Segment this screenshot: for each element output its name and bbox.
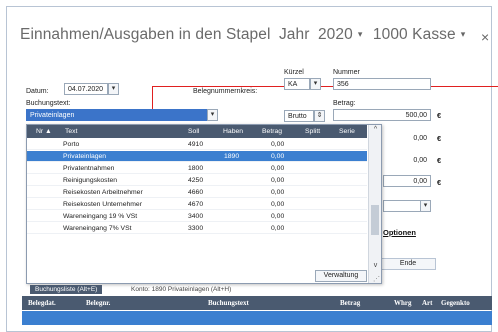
row-betrag: 0,00	[271, 201, 285, 208]
popup-row-selected[interactable]: Privateinlagen 1890 0,00	[27, 151, 367, 162]
grid-col-buchungstext[interactable]: Buchungstext	[208, 299, 249, 307]
betrag-label: Betrag:	[333, 100, 356, 107]
row-soll: 4670	[188, 201, 204, 208]
nummer-label: Nummer	[333, 69, 360, 76]
popup-row[interactable]: Reinigungskosten 4250 0,00	[27, 175, 367, 186]
buchungstext-dropdown-icon[interactable]: ▾	[207, 109, 218, 121]
row-betrag: 0,00	[271, 213, 285, 220]
col-soll[interactable]: Soll	[188, 128, 199, 135]
amount-field-4[interactable]: 0,00	[383, 175, 431, 187]
row-text: Reinigungskosten	[63, 177, 118, 184]
currency-euro-1: €	[437, 111, 442, 120]
brutto-stepper-icon[interactable]: ⇕	[314, 110, 325, 122]
scroll-down-icon[interactable]: v	[369, 262, 382, 269]
grid-col-whrg[interactable]: Whrg	[394, 299, 412, 307]
scroll-up-icon[interactable]: ^	[369, 126, 382, 133]
row-haben: 1890	[224, 153, 240, 160]
popup-row[interactable]: Porto 4910 0,00	[27, 139, 367, 150]
row-soll: 1800	[188, 165, 204, 172]
row-betrag: 0,00	[271, 225, 285, 232]
tab-buchungsliste[interactable]: Buchungsliste (Alt+E)	[30, 285, 103, 294]
annotation-line	[152, 86, 498, 87]
buchungstext-label: Buchungstext:	[26, 100, 71, 107]
popup-row[interactable]: Reisekosten Unternehmer 4670 0,00	[27, 199, 367, 210]
row-text: Wareneingang 19 % VSt	[63, 213, 138, 220]
col-betrag[interactable]: Betrag	[262, 128, 282, 135]
popup-row[interactable]: Privatentnahmen 1800 0,00	[27, 163, 367, 174]
kasse-dropdown-icon[interactable]: ▾	[461, 29, 466, 40]
popup-scrollbar[interactable]: ^ v	[368, 125, 381, 283]
grid-col-gegenkto[interactable]: Gegenkto	[441, 299, 470, 307]
currency-euro-4: €	[437, 178, 442, 187]
row-text: Privatentnahmen	[63, 165, 115, 172]
col-text[interactable]: Text	[65, 128, 77, 135]
row-text: Porto	[63, 141, 80, 148]
datum-input[interactable]: 04.07.2020	[64, 83, 108, 95]
currency-euro-3: €	[437, 156, 442, 165]
grid-col-belegdat[interactable]: Belegdat.	[28, 299, 56, 307]
col-haben[interactable]: Haben	[223, 128, 243, 135]
extra-select-dropdown-icon[interactable]: ▾	[420, 200, 431, 212]
row-soll: 4910	[188, 141, 204, 148]
datum-calendar-icon[interactable]: ▾	[108, 83, 119, 95]
popup-row[interactable]: Wareneingang 19 % VSt 3400 0,00	[27, 211, 367, 222]
optionen-link[interactable]: Optionen	[383, 228, 416, 237]
grid-col-betrag[interactable]: Betrag	[340, 299, 360, 307]
verwaltung-button[interactable]: Verwaltung	[315, 270, 367, 282]
row-soll: 4660	[188, 189, 204, 196]
kuerzel-label: Kürzel	[284, 69, 304, 76]
jahr-label: Jahr	[278, 26, 310, 43]
col-serie[interactable]: Serie	[339, 128, 355, 135]
grid-col-belegnr[interactable]: Belegnr.	[86, 299, 110, 307]
dialog-window: Einnahmen/Ausgaben in den Stapel Jahr 20…	[0, 0, 498, 332]
buchungstext-input[interactable]: Privateinlagen	[26, 109, 218, 121]
buchungsliste-header: Belegdat. Belegnr. Buchungstext Betrag W…	[22, 296, 492, 310]
currency-euro-2: €	[437, 134, 442, 143]
kuerzel-input[interactable]: KA	[284, 78, 310, 90]
dialog-title: Einnahmen/Ausgaben in den Stapel Jahr 20…	[20, 26, 471, 44]
kuerzel-dropdown-icon[interactable]: ▾	[310, 78, 321, 90]
row-text: Reisekosten Arbeitnehmer	[63, 189, 143, 196]
grid-col-art[interactable]: Art	[422, 299, 433, 307]
tab-konto[interactable]: Konto: 1890 Privateinlagen (Alt+H)	[126, 285, 236, 294]
col-splitt[interactable]: Splitt	[305, 128, 320, 135]
row-soll: 3400	[188, 213, 204, 220]
scrollbar-thumb[interactable]	[371, 205, 379, 235]
title-main: Einnahmen/Ausgaben in den Stapel	[20, 26, 271, 43]
row-betrag: 0,00	[271, 153, 285, 160]
row-text: Reisekosten Unternehmer	[63, 201, 142, 208]
resize-grip-icon[interactable]: ⋰	[373, 275, 380, 283]
jahr-dropdown-icon[interactable]: ▾	[358, 29, 363, 40]
popup-header: Nr ▲ Text Soll Haben Betrag Splitt Serie	[27, 125, 367, 138]
row-betrag: 0,00	[271, 141, 285, 148]
amount-field-2: 0,00	[383, 132, 431, 144]
row-betrag: 0,00	[271, 177, 285, 184]
row-betrag: 0,00	[271, 165, 285, 172]
jahr-value[interactable]: 2020	[318, 26, 353, 44]
popup-row[interactable]: Reisekosten Arbeitnehmer 4660 0,00	[27, 187, 367, 198]
popup-row[interactable]: Wareneingang 7% VSt 3300 0,00	[27, 223, 367, 234]
close-button[interactable]: ×	[481, 29, 489, 45]
datum-label: Datum:	[26, 88, 49, 95]
row-text: Wareneingang 7% VSt	[63, 225, 132, 232]
kasse-value[interactable]: 1000 Kasse	[373, 26, 456, 44]
betrag-input[interactable]: 500,00	[333, 109, 431, 121]
buchungstext-lookup-popup: Nr ▲ Text Soll Haben Betrag Splitt Serie…	[26, 124, 382, 284]
amount-field-3: 0,00	[383, 154, 431, 166]
nummer-input[interactable]: 356	[333, 78, 431, 90]
col-nr[interactable]: Nr ▲	[36, 128, 52, 135]
row-soll: 3300	[188, 225, 204, 232]
belegnummernkreis-label: Belegnummernkreis:	[193, 88, 258, 95]
brutto-input[interactable]: Brutto	[284, 110, 314, 122]
ende-button[interactable]: Ende	[380, 258, 436, 270]
row-soll: 4250	[188, 177, 204, 184]
grid-row-selected[interactable]	[22, 311, 492, 325]
row-text: Privateinlagen	[63, 153, 107, 160]
row-betrag: 0,00	[271, 189, 285, 196]
